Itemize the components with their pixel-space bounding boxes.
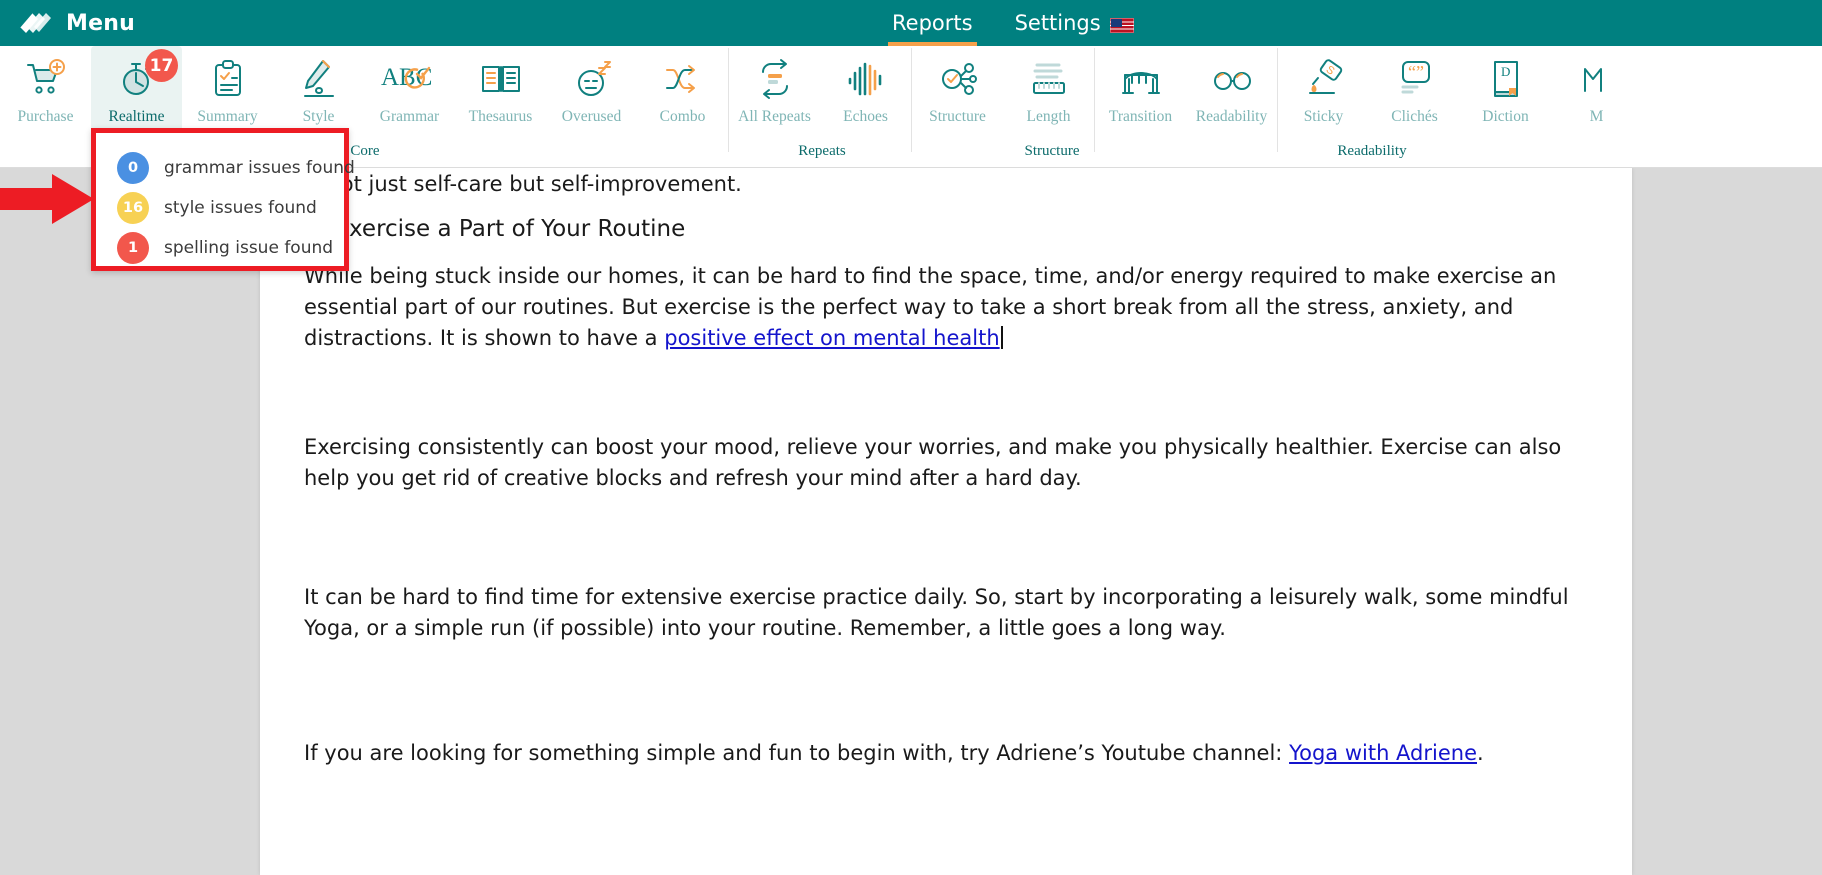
ribbon-item-sticky[interactable]: S Sticky	[1278, 46, 1369, 142]
ribbon-item-length[interactable]: Length	[1003, 46, 1094, 142]
left-gutter	[0, 336, 260, 875]
ribbon-item-label: Transition	[1108, 108, 1173, 125]
ribbon-item-label: Grammar	[379, 108, 440, 125]
svg-text:D: D	[1501, 64, 1510, 79]
issue-label: grammar issues found	[164, 158, 355, 178]
quote-bubble-icon: “”	[1393, 54, 1437, 104]
ribbon-item-label: Sticky	[1303, 108, 1344, 125]
ribbon-item-overused[interactable]: Overused	[546, 46, 637, 142]
bridge-icon	[1119, 54, 1163, 104]
ribbon-item-all-repeats[interactable]: All Repeats	[729, 46, 820, 142]
realtime-issue-row[interactable]: 16 style issues found	[96, 188, 344, 228]
ribbon-item-label: Purchase	[17, 108, 74, 125]
top-tab-list: Reports Settings	[888, 0, 1138, 46]
realtime-issue-row[interactable]: 0 grammar issues found	[96, 148, 355, 188]
document-area: is not just self-care but self-improveme…	[0, 168, 1822, 875]
ribbon-item-label: Combo	[659, 108, 706, 125]
document-partial-line: is not just self-care but self-improveme…	[304, 172, 742, 196]
open-book-icon	[479, 54, 523, 104]
ribbon-item-transition[interactable]: Transition	[1095, 46, 1186, 142]
link-positive-effect-on-mental-health[interactable]: positive effect on mental health	[664, 326, 999, 350]
application-window: Menu Reports Settings Purchase 17 Realtime…	[0, 0, 1822, 875]
text-caret	[1000, 326, 1003, 349]
ribbon-item-combo[interactable]: Combo	[637, 46, 728, 142]
ribbon-item-echoes[interactable]: Echoes	[820, 46, 911, 142]
abc-check-icon: ABC	[381, 54, 439, 104]
document-heading: te Exercise a Part of Your Routine	[304, 216, 686, 242]
realtime-issues-popup[interactable]: 0 grammar issues found 16 style issues foun…	[91, 128, 355, 271]
ribbon-item-label: All Repeats	[738, 108, 811, 125]
ribbon-item-label: Length	[1026, 108, 1071, 125]
document-page[interactable]: is not just self-care but self-improveme…	[260, 168, 1632, 875]
ribbon-item-label: Overused	[561, 108, 622, 125]
glasses-icon	[1210, 54, 1254, 104]
node-network-icon	[936, 54, 980, 104]
realtime-issue-row[interactable]: 1 spelling issue found	[96, 228, 344, 268]
document-paragraph-4: If you are looking for something simple …	[304, 738, 1588, 769]
right-gutter	[1632, 336, 1822, 875]
ribbon-item-label: Structure	[929, 108, 986, 125]
menu-button[interactable]: Menu	[0, 10, 135, 36]
pencil-edit-icon	[297, 54, 341, 104]
ribbon-item-clich-s[interactable]: “” Clichés	[1369, 46, 1460, 142]
ribbon-item-badge: 17	[145, 49, 178, 82]
ribbon-item-diction[interactable]: D Diction	[1460, 46, 1551, 142]
shuffle-arrows-icon	[661, 54, 705, 104]
paragraph-4-post: .	[1477, 741, 1484, 765]
ribbon-item-thesaurus[interactable]: Thesaurus	[455, 46, 546, 142]
clipboard-check-icon	[206, 54, 250, 104]
ribbon-item-label: Realtime	[108, 108, 165, 125]
ribbon-item-label: Readability	[1195, 108, 1268, 125]
glue-bottle-icon: S	[1302, 54, 1346, 104]
issue-label: style issues found	[164, 198, 317, 218]
ribbon-item-structure[interactable]: Structure	[912, 46, 1003, 142]
ribbon-item-purchase[interactable]: Purchase	[0, 46, 91, 142]
ribbon-item-label: Thesaurus	[468, 108, 533, 125]
menu-label: Menu	[66, 10, 135, 36]
ribbon-item-grammar[interactable]: ABC Grammar	[364, 46, 455, 142]
ribbon-item-label: M	[1589, 108, 1604, 125]
tab-reports-label: Reports	[892, 11, 973, 35]
ribbon-item-label: Style	[302, 108, 335, 125]
shopping-cart-plus-icon	[24, 54, 68, 104]
prowritingaid-book-logo-icon	[18, 10, 52, 36]
ribbon-item-readability[interactable]: Readability	[1186, 46, 1277, 142]
tab-settings-label: Settings	[1014, 11, 1101, 35]
top-bar: Menu Reports Settings	[0, 0, 1822, 46]
document-paragraph-2: Exercising consistently can boost your m…	[304, 435, 1562, 490]
dictionary-book-icon: D	[1484, 54, 1528, 104]
red-right-arrow-annotation-icon	[0, 172, 95, 233]
partial-icon	[1575, 54, 1619, 104]
ribbon-item-label: Echoes	[843, 108, 888, 125]
issue-label: spelling issue found	[164, 238, 334, 258]
ribbon-group-label: Repeats	[798, 143, 846, 159]
ribbon-item-label: Diction	[1482, 108, 1529, 125]
issue-count-badge: 0	[117, 152, 149, 184]
document-paragraph-1: While being stuck inside our homes, it c…	[304, 261, 1588, 354]
ribbon-group-label: Structure	[1024, 143, 1080, 159]
realtime-issue-list: 0 grammar issues found 16 style issues foun…	[96, 133, 355, 268]
repeat-arrows-icon	[753, 54, 797, 104]
paragraph-4-text: If you are looking for something simple …	[304, 741, 1290, 765]
ruler-lines-icon	[1027, 54, 1071, 104]
us-flag-icon[interactable]	[1109, 17, 1134, 33]
ribbon-item-m[interactable]: M	[1551, 46, 1642, 142]
svg-text:“”: “”	[1408, 62, 1424, 82]
ribbon-item-label: Clichés	[1391, 108, 1438, 125]
ribbon-item-label: Summary	[197, 108, 258, 125]
document-paragraph-3: It can be hard to find time for extensiv…	[304, 585, 1569, 640]
tab-reports[interactable]: Reports	[888, 0, 977, 46]
waveform-icon	[844, 54, 888, 104]
issue-count-badge: 16	[117, 192, 149, 224]
issue-count-badge: 1	[117, 232, 149, 264]
tab-settings[interactable]: Settings	[1011, 0, 1138, 46]
ribbon-group-label: Readability	[1337, 143, 1407, 159]
link-yoga-with-adriene[interactable]: Yoga with Adriene	[1289, 741, 1477, 765]
sleepy-face-icon	[570, 54, 614, 104]
